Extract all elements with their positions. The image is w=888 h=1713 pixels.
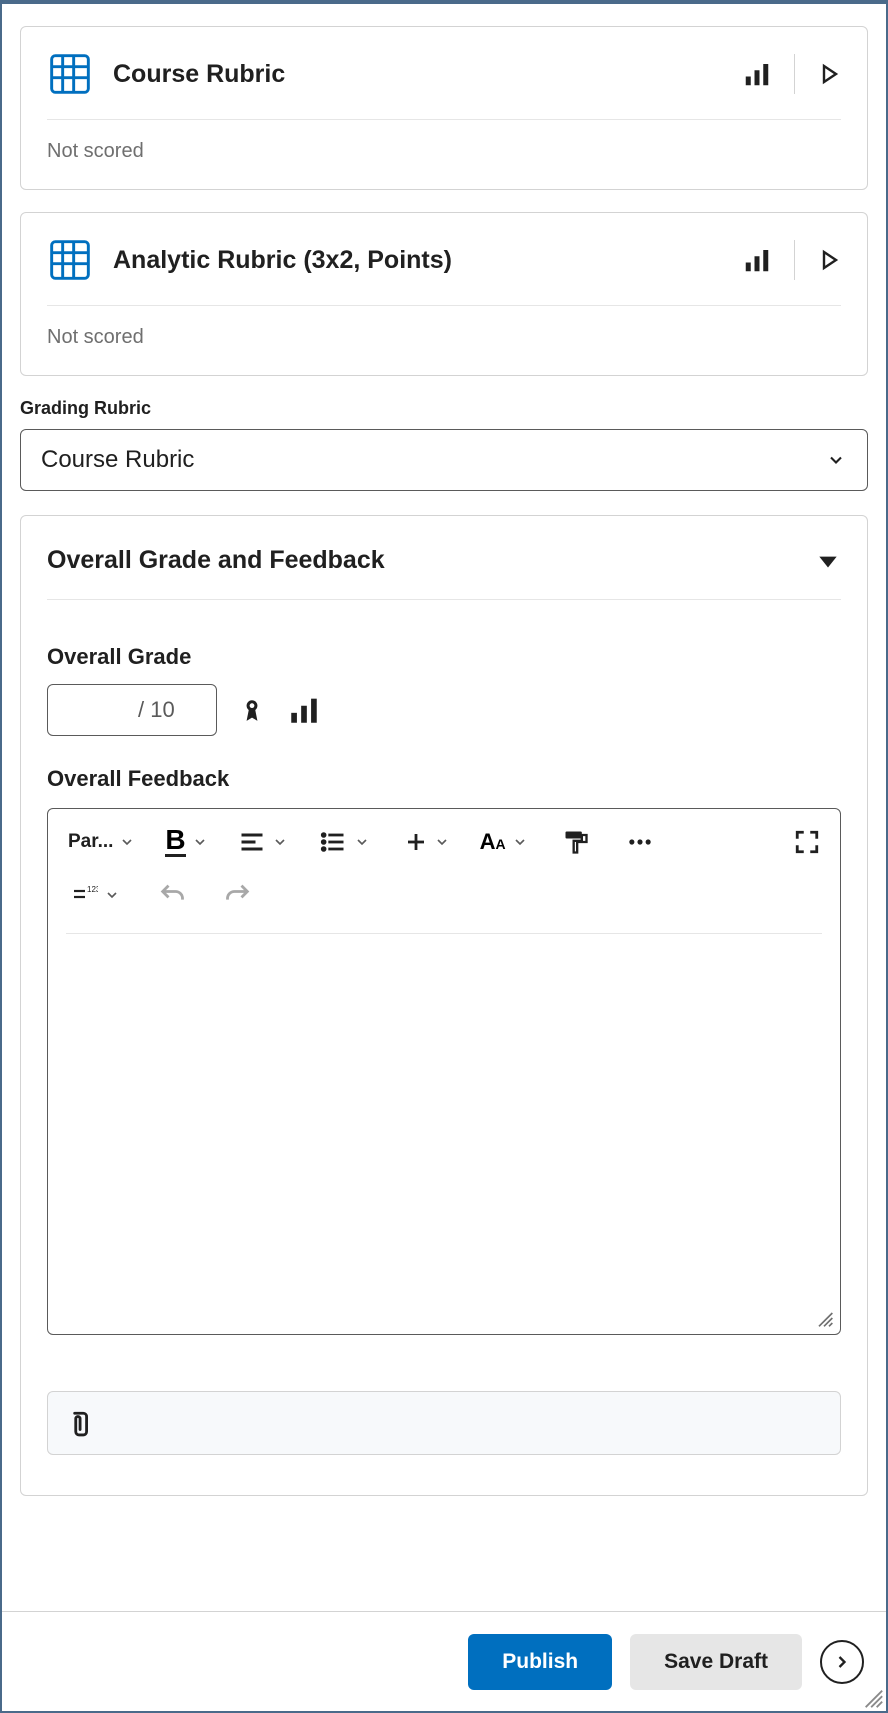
stats-icon[interactable]	[742, 59, 772, 89]
rubric-actions	[742, 54, 841, 94]
grading-rubric-select[interactable]: Course Rubric	[20, 429, 868, 491]
chevron-right-icon	[832, 1652, 852, 1672]
equation-dropdown[interactable]: 123	[66, 879, 122, 911]
paragraph-label: Par...	[68, 831, 113, 853]
format-painter-button[interactable]	[560, 824, 592, 860]
resize-handle-icon[interactable]	[814, 1308, 834, 1328]
font-size-icon: AA	[480, 829, 506, 855]
list-icon	[318, 828, 348, 856]
paperclip-icon	[66, 1408, 92, 1438]
grade-input[interactable]	[62, 697, 132, 723]
svg-text:123: 123	[87, 885, 98, 894]
rubric-grid-icon	[47, 237, 93, 283]
ellipsis-icon	[626, 828, 654, 856]
insert-dropdown[interactable]	[402, 826, 452, 858]
rubric-title: Course Rubric	[113, 60, 722, 89]
feedback-editor: Par... B	[47, 808, 841, 1335]
rubric-status: Not scored	[47, 326, 841, 349]
editor-toolbar: Par... B	[48, 809, 840, 867]
panel-header[interactable]: Overall Grade and Feedback	[47, 546, 841, 575]
equation-icon: 123	[68, 883, 98, 907]
bold-icon: B	[165, 827, 185, 857]
rubric-header: Course Rubric	[47, 51, 841, 97]
window-resize-icon	[862, 1687, 884, 1709]
feedback-textarea[interactable]	[48, 934, 840, 1334]
footer: Publish Save Draft	[2, 1611, 886, 1711]
expand-triangle-icon[interactable]	[817, 59, 841, 89]
rubric-title: Analytic Rubric (3x2, Points)	[113, 246, 722, 275]
grading-rubric-select-wrap: Course Rubric	[20, 429, 868, 491]
ribbon-icon[interactable]	[239, 693, 265, 727]
rubric-card: Analytic Rubric (3x2, Points) Not scored	[20, 212, 868, 376]
panel-title: Overall Grade and Feedback	[47, 546, 385, 575]
rubric-header: Analytic Rubric (3x2, Points)	[47, 237, 841, 283]
divider	[47, 305, 841, 306]
undo-button[interactable]	[156, 877, 188, 913]
stats-icon[interactable]	[742, 245, 772, 275]
collapse-triangle-icon[interactable]	[815, 548, 841, 574]
redo-button[interactable]	[222, 877, 254, 913]
align-dropdown[interactable]	[236, 824, 290, 860]
divider	[794, 240, 795, 280]
bold-dropdown[interactable]: B	[163, 823, 209, 861]
rubric-actions	[742, 240, 841, 280]
grade-row: / 10	[47, 684, 841, 736]
list-dropdown[interactable]	[316, 824, 372, 860]
grade-max: / 10	[138, 697, 175, 723]
publish-button[interactable]: Publish	[468, 1634, 612, 1690]
divider	[47, 599, 841, 600]
divider	[47, 119, 841, 120]
stats-icon[interactable]	[287, 693, 321, 727]
overall-grade-label: Overall Grade	[47, 644, 841, 670]
redo-icon	[224, 881, 252, 909]
format-painter-icon	[562, 828, 590, 856]
overall-feedback-label: Overall Feedback	[47, 766, 841, 792]
overall-panel: Overall Grade and Feedback Overall Grade…	[20, 515, 868, 1496]
rubric-card: Course Rubric Not scored	[20, 26, 868, 190]
more-button[interactable]	[624, 824, 656, 860]
grade-input-wrap: / 10	[47, 684, 217, 736]
paragraph-style-dropdown[interactable]: Par...	[66, 827, 137, 857]
editor-toolbar-row2: 123	[48, 867, 840, 927]
divider	[794, 54, 795, 94]
undo-icon	[158, 881, 186, 909]
next-button[interactable]	[820, 1640, 864, 1684]
save-draft-button[interactable]: Save Draft	[630, 1634, 802, 1690]
rubric-grid-icon	[47, 51, 93, 97]
rubric-status: Not scored	[47, 140, 841, 163]
font-dropdown[interactable]: AA	[478, 825, 530, 859]
fullscreen-button[interactable]	[792, 825, 822, 859]
grading-rubric-label: Grading Rubric	[20, 398, 868, 419]
plus-icon	[404, 830, 428, 854]
fullscreen-icon	[794, 829, 820, 855]
align-left-icon	[238, 828, 266, 856]
attachment-bar[interactable]	[47, 1391, 841, 1455]
expand-triangle-icon[interactable]	[817, 245, 841, 275]
